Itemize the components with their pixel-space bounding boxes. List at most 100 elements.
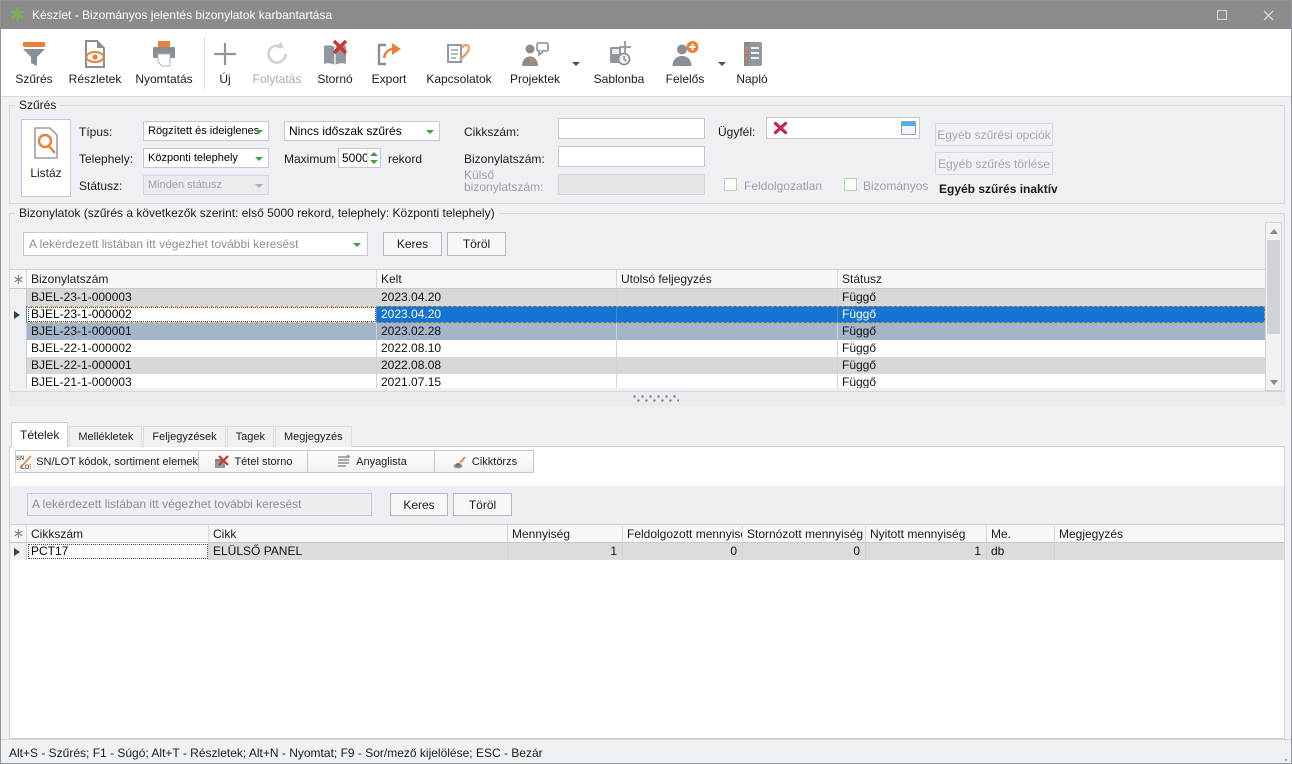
tab-tagek[interactable]: Tagek — [227, 426, 274, 447]
stepper-up-icon[interactable] — [370, 152, 378, 156]
toolbar-button-new[interactable]: Új — [208, 34, 242, 86]
column-header-processed[interactable]: Feldolgozott mennyiség — [623, 525, 743, 543]
tab-mellekletek[interactable]: Mellékletek — [69, 426, 142, 447]
cell-status[interactable]: Függő — [838, 323, 1265, 340]
scroll-down-button[interactable] — [1266, 374, 1281, 390]
cell-date[interactable]: 2022.08.10 — [377, 340, 617, 357]
cell-date[interactable]: 2023.04.20 — [377, 289, 617, 306]
maximize-button[interactable] — [1199, 1, 1245, 29]
column-header-last-note[interactable]: Utolsó feljegyzés — [617, 270, 838, 289]
tab-megjegyzes[interactable]: Megjegyzés — [275, 426, 352, 447]
cell-status[interactable]: Függő — [838, 306, 1265, 323]
cell-open-qty[interactable]: 1 — [866, 543, 987, 560]
table-row[interactable]: BJEL-22-1-000001 2022.08.08 Függő — [10, 357, 1265, 374]
toolbar-button-details[interactable]: Részletek — [61, 34, 129, 86]
table-row-selected-inactive[interactable]: BJEL-23-1-000001 2023.02.28 Függő — [10, 323, 1265, 340]
detail-row[interactable]: PCT17 ELÜLSŐ PANEL 1 0 0 1 db — [10, 543, 1284, 560]
cell-doc-no[interactable]: BJEL-21-1-000003 — [27, 374, 377, 388]
list-button[interactable]: Listáz — [21, 119, 71, 197]
max-records-stepper[interactable]: 5000 — [338, 148, 381, 168]
detail-clear-button[interactable]: Töröl — [453, 493, 512, 516]
item-no-input[interactable] — [558, 118, 705, 139]
cell-doc-no[interactable]: BJEL-23-1-000002 — [27, 306, 377, 323]
period-select[interactable]: Nincs időszak szűrés — [284, 121, 440, 141]
lookup-window-icon[interactable] — [901, 121, 916, 135]
cell-last-note[interactable] — [617, 289, 838, 306]
cell-status[interactable]: Függő — [838, 357, 1265, 374]
splitter-handle[interactable] — [9, 392, 1285, 406]
cell-doc-no[interactable]: BJEL-23-1-000003 — [27, 289, 377, 306]
cell-processed-qty[interactable]: 0 — [623, 543, 743, 560]
material-list-button[interactable]: Anyaglista — [307, 450, 435, 473]
cell-cancelled-qty[interactable]: 0 — [743, 543, 866, 560]
cell-last-note[interactable] — [617, 340, 838, 357]
table-row[interactable]: BJEL-21-1-000003 2021.07.15 Függő — [10, 374, 1265, 388]
doc-no-input[interactable] — [558, 146, 705, 167]
cell-quantity[interactable]: 1 — [508, 543, 623, 560]
toolbar-button-storno[interactable]: Stornó — [312, 34, 358, 86]
toolbar-button-export[interactable]: Export — [362, 34, 416, 86]
vertical-scrollbar[interactable] — [1265, 222, 1282, 391]
snlot-button[interactable]: SNLOT SN/LOT kódok, sortiment elemek — [15, 450, 199, 473]
table-row[interactable]: BJEL-23-1-000003 2023.04.20 Függő — [10, 289, 1265, 306]
documents-search-combo[interactable]: A lekérdezett listában itt végezhet tová… — [23, 232, 368, 256]
responsible-dropdown-arrow[interactable] — [718, 62, 726, 66]
scrollbar-thumb[interactable] — [1267, 240, 1280, 334]
toolbar-button-responsible[interactable]: Felelős — [656, 34, 714, 86]
detail-search-button[interactable]: Keres — [390, 493, 448, 516]
column-header-item-no[interactable]: Cikkszám — [27, 525, 209, 543]
toolbar-button-projects[interactable]: Projektek — [502, 34, 568, 86]
column-header-status[interactable]: Státusz — [838, 270, 1265, 289]
column-header-quantity[interactable]: Mennyiség — [508, 525, 623, 543]
resize-grip[interactable] — [1285, 759, 1287, 761]
toolbar-button-log[interactable]: Napló — [730, 34, 774, 86]
column-header-cancelled[interactable]: Stornózott mennyiség — [743, 525, 866, 543]
cell-item-no[interactable]: PCT17 — [27, 543, 209, 560]
tab-feljegyzesek[interactable]: Feljegyzések — [143, 426, 225, 447]
cell-last-note[interactable] — [617, 323, 838, 340]
cell-date[interactable]: 2021.07.15 — [377, 374, 617, 388]
documents-search-button[interactable]: Keres — [383, 232, 442, 256]
toolbar-button-filter[interactable]: Szűrés — [11, 34, 57, 86]
consignment-checkbox[interactable] — [844, 178, 857, 191]
item-master-button[interactable]: Cikktörzs — [434, 450, 534, 473]
column-header-doc-no[interactable]: Bizonylatszám — [27, 270, 377, 289]
title-bar[interactable]: Készlet - Bizományos jelentés bizonylato… — [1, 1, 1291, 29]
projects-dropdown-arrow[interactable] — [572, 62, 580, 66]
column-header-unit[interactable]: Me. — [987, 525, 1055, 543]
item-storno-button[interactable]: Tétel storno — [198, 450, 308, 473]
cell-doc-no[interactable]: BJEL-23-1-000001 — [27, 323, 377, 340]
unprocessed-checkbox[interactable] — [724, 178, 737, 191]
cell-date[interactable]: 2022.08.08 — [377, 357, 617, 374]
scroll-up-button[interactable] — [1266, 223, 1281, 239]
stepper-arrows[interactable] — [367, 149, 379, 167]
toolbar-button-print[interactable]: Nyomtatás — [129, 34, 199, 86]
column-header-open[interactable]: Nyitott mennyiség — [866, 525, 987, 543]
cell-item-name[interactable]: ELÜLSŐ PANEL — [209, 543, 508, 560]
cell-date[interactable]: 2023.02.28 — [377, 323, 617, 340]
documents-clear-button[interactable]: Töröl — [447, 232, 506, 256]
cell-status[interactable]: Függő — [838, 374, 1265, 388]
toolbar-button-template[interactable]: Sablonba — [588, 34, 650, 86]
cell-date[interactable]: 2023.04.20 — [377, 306, 617, 323]
type-select[interactable]: Rögzített és ideiglenes — [143, 121, 269, 141]
cell-last-note[interactable] — [617, 357, 838, 374]
cell-note[interactable] — [1055, 543, 1284, 560]
toolbar-button-contacts[interactable]: Kapcsolatok — [420, 34, 498, 86]
close-button[interactable] — [1245, 1, 1291, 29]
column-header-note[interactable]: Megjegyzés — [1055, 525, 1284, 543]
cell-status[interactable]: Függő — [838, 340, 1265, 357]
cell-doc-no[interactable]: BJEL-22-1-000002 — [27, 340, 377, 357]
column-header-item[interactable]: Cikk — [209, 525, 508, 543]
column-header-date[interactable]: Kelt — [377, 270, 617, 289]
site-select[interactable]: Központi telephely — [143, 148, 269, 168]
detail-search-input[interactable]: A lekérdezett listában itt végezhet tová… — [27, 493, 372, 516]
cell-last-note[interactable] — [617, 306, 838, 323]
cell-status[interactable]: Függő — [838, 289, 1265, 306]
cell-unit[interactable]: db — [987, 543, 1055, 560]
table-row-selected[interactable]: BJEL-23-1-000002 2023.04.20 Függő — [10, 306, 1265, 323]
table-row[interactable]: BJEL-22-1-000002 2022.08.10 Függő — [10, 340, 1265, 357]
cell-last-note[interactable] — [617, 374, 838, 388]
clear-x-icon[interactable] — [773, 121, 788, 135]
tab-tetelek[interactable]: Tételek — [11, 422, 68, 447]
